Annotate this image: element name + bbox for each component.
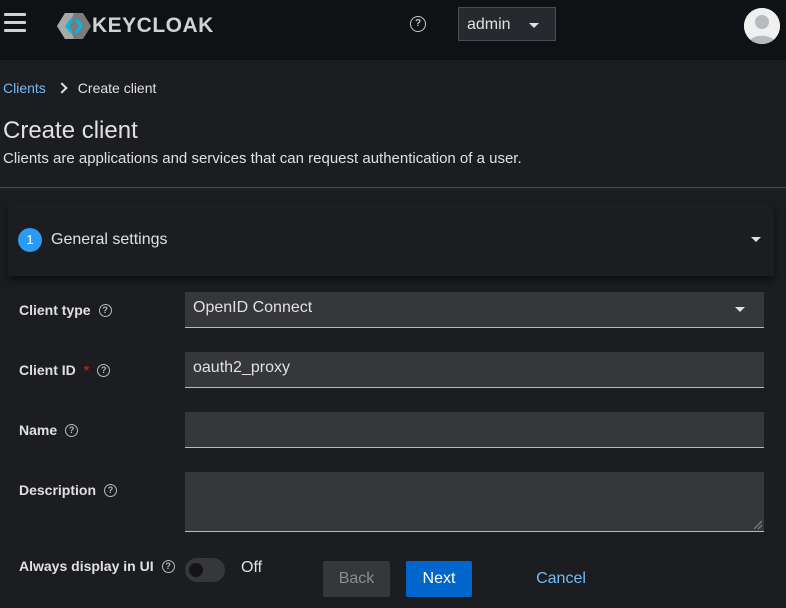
help-icon[interactable]: ? (161, 559, 175, 573)
description-textarea[interactable] (185, 472, 764, 532)
toggle-state-label: Off (241, 559, 263, 576)
client-id-value: oauth2_proxy (193, 359, 290, 376)
user-menu-label: admin (467, 16, 511, 33)
avatar[interactable] (744, 8, 780, 44)
user-avatar-icon (744, 8, 780, 44)
masthead: KEYCLOAK ? admin (0, 0, 786, 60)
chevron-right-icon (56, 82, 68, 94)
menu-hamburger-icon[interactable] (4, 13, 26, 33)
client-type-select[interactable]: OpenID Connect (185, 292, 764, 328)
caret-down-icon (751, 237, 761, 242)
resize-handle-icon[interactable] (754, 521, 762, 529)
keycloak-logo[interactable]: KEYCLOAK (56, 12, 214, 40)
wizard-step-toggle[interactable]: 1 General settings (8, 204, 774, 276)
client-id-label-text: Client ID (19, 362, 76, 378)
user-menu-dropdown[interactable]: admin (458, 7, 556, 41)
logo-text: KEYCLOAK (92, 14, 214, 37)
help-icon[interactable]: ? (97, 363, 111, 377)
page-description: Clients are applications and services th… (3, 150, 522, 167)
always-display-label: Always display in UI ? (19, 558, 175, 574)
client-type-label-text: Client type (19, 302, 91, 318)
client-id-input[interactable]: oauth2_proxy (185, 352, 764, 388)
next-button[interactable]: Next (406, 561, 472, 597)
help-icon[interactable]: ? (65, 423, 79, 437)
help-icon[interactable]: ? (104, 483, 118, 497)
name-label: Name ? (19, 422, 79, 438)
client-type-value: OpenID Connect (193, 299, 313, 316)
description-label: Description ? (19, 482, 118, 498)
always-display-label-text: Always display in UI (19, 558, 154, 574)
name-input[interactable] (185, 412, 764, 448)
toggle-knob (189, 563, 203, 577)
divider (0, 187, 786, 188)
caret-down-icon (735, 307, 745, 312)
description-label-text: Description (19, 482, 97, 498)
breadcrumb-current: Create client (77, 80, 157, 96)
required-mark: * (83, 362, 90, 378)
breadcrumb: Clients Create client (3, 80, 156, 96)
keycloak-hexagon-icon (57, 13, 91, 39)
always-display-toggle[interactable] (185, 558, 225, 582)
name-label-text: Name (19, 422, 58, 438)
step-number-badge: 1 (18, 228, 42, 252)
cancel-button[interactable]: Cancel (520, 561, 602, 597)
client-id-label: Client ID * ? (19, 362, 111, 378)
back-button[interactable]: Back (323, 561, 390, 597)
step-label: General settings (51, 231, 168, 248)
breadcrumb-clients-link[interactable]: Clients (3, 80, 46, 96)
caret-down-icon (529, 23, 539, 28)
client-type-label: Client type ? (19, 302, 112, 318)
page-title: Create client (3, 117, 138, 144)
help-icon[interactable]: ? (98, 303, 112, 317)
help-circle-icon[interactable]: ? (410, 16, 426, 32)
